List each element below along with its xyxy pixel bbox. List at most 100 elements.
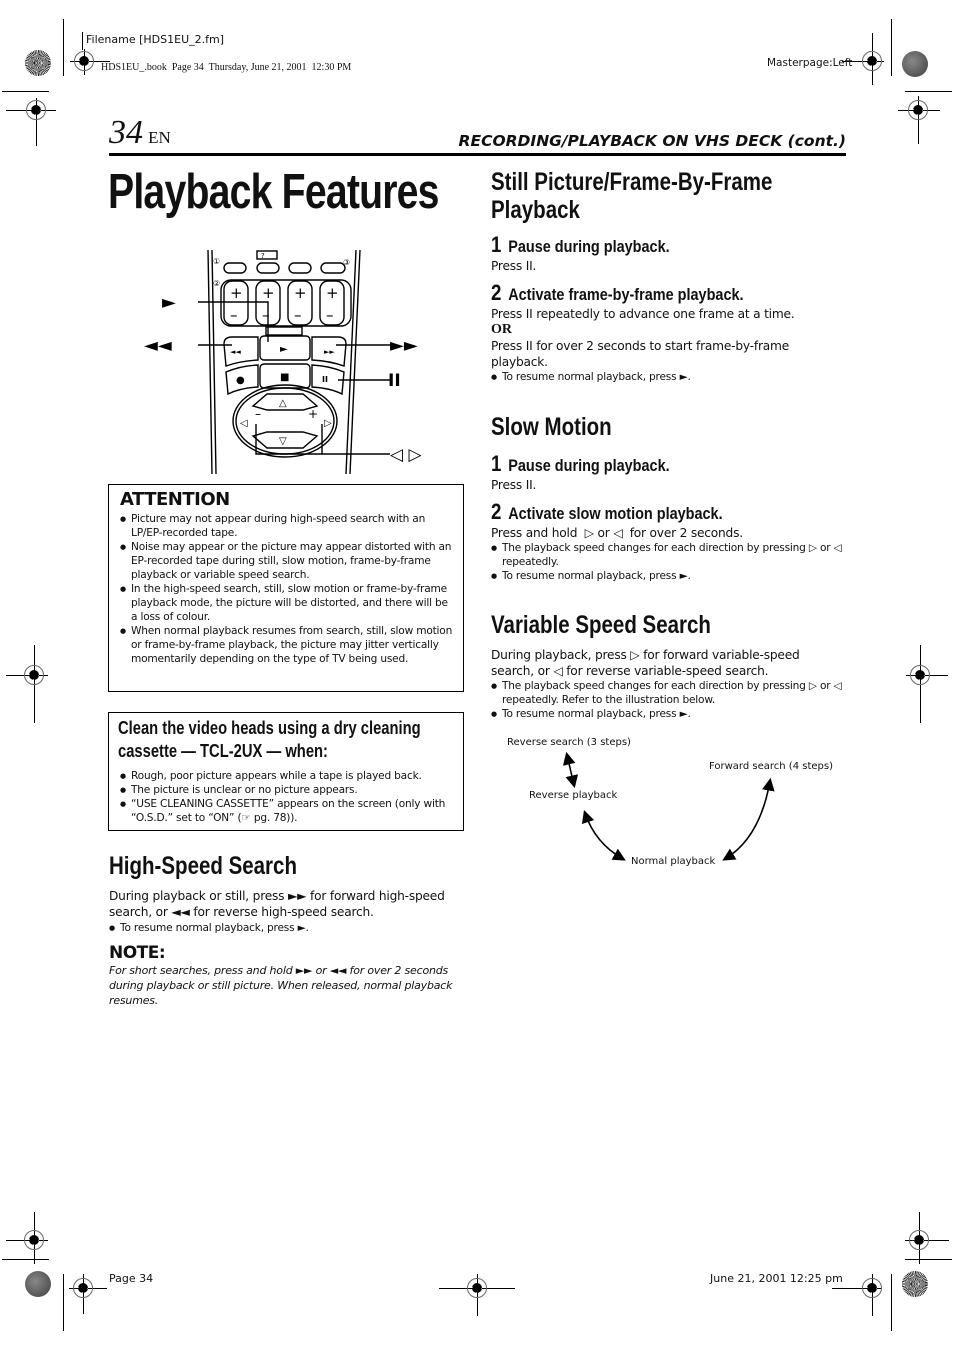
remote-button-3 bbox=[288, 262, 312, 274]
attention-item: When normal playback resumes from search… bbox=[120, 624, 455, 666]
still-step-2-body1: Press II repeatedly to advance one frame… bbox=[491, 307, 795, 321]
slow-motion-title: Slow Motion bbox=[491, 413, 612, 441]
color-calibration-disc-icon bbox=[25, 50, 51, 76]
cleaning-item: The picture is unclear or no picture app… bbox=[120, 783, 455, 797]
cleaning-title-line2: cassette — TCL-2UX — when: bbox=[118, 741, 328, 761]
attention-item: Noise may appear or the picture may appe… bbox=[120, 540, 455, 582]
plus-glyph: + bbox=[230, 284, 243, 302]
trim-line bbox=[63, 19, 64, 76]
color-calibration-disc-icon bbox=[902, 51, 928, 77]
minus-glyph: – bbox=[294, 306, 302, 324]
color-calibration-disc-icon bbox=[25, 1271, 51, 1297]
high-speed-title: High-Speed Search bbox=[109, 852, 297, 880]
rew-glyph: ◄◄ bbox=[230, 348, 241, 356]
attention-item: In the high-speed search, still, slow mo… bbox=[120, 582, 455, 624]
step-title: Pause during playback. bbox=[508, 456, 670, 475]
marker-2-label: ② bbox=[213, 279, 220, 288]
still-picture-section: Still Picture/Frame-By-Frame Playback 1P… bbox=[491, 168, 846, 384]
minus-glyph: – bbox=[255, 407, 261, 421]
high-speed-bullet: To resume normal playback, press ►. bbox=[109, 921, 465, 935]
plus-glyph: + bbox=[308, 407, 318, 421]
slow-step-2: 2 Activate slow motion playback. bbox=[491, 499, 793, 525]
right-glyph: ▷ bbox=[324, 418, 332, 429]
note-body: For short searches, press and hold ►► or… bbox=[109, 964, 453, 1007]
plus-glyph: + bbox=[262, 284, 275, 302]
step-title: Activate frame-by-frame playback. bbox=[508, 285, 744, 304]
trim-line bbox=[905, 91, 952, 92]
trim-line bbox=[2, 91, 49, 92]
running-head: RECORDING/PLAYBACK ON VHS DECK (cont.) bbox=[458, 132, 846, 150]
step-number: 2 bbox=[491, 280, 502, 305]
variable-bullet: To resume normal playback, press ►. bbox=[491, 707, 846, 721]
variable-speed-body: During playback, press ▷ for forward var… bbox=[491, 648, 800, 678]
minus-glyph: – bbox=[262, 306, 270, 324]
book-info-line: HDS1EU_.book Page 34 Thursday, June 21, … bbox=[101, 62, 352, 73]
leftright-callout-label: ◁ ▷ bbox=[390, 445, 422, 465]
page-number: 34 bbox=[109, 114, 143, 151]
trim-line bbox=[891, 1274, 892, 1331]
down-glyph: ▽ bbox=[279, 436, 287, 447]
stop-glyph: ■ bbox=[280, 372, 289, 383]
trim-line bbox=[82, 32, 83, 50]
plus-glyph: + bbox=[326, 284, 339, 302]
attention-item: Picture may not appear during high-speed… bbox=[120, 512, 455, 540]
or-label: OR bbox=[491, 322, 512, 337]
variable-bullet: The playback speed changes for each dire… bbox=[491, 679, 846, 707]
footer-date-label: June 21, 2001 12:25 pm bbox=[710, 1272, 843, 1285]
marker-3-label: ③ bbox=[343, 258, 350, 267]
trim-line bbox=[905, 1259, 952, 1260]
slow-motion-section: Slow Motion 1 Pause during playback. Pres… bbox=[491, 413, 846, 583]
step-number: 2 bbox=[491, 499, 502, 524]
ff-glyph: ►► bbox=[324, 348, 335, 356]
page-title: Playback Features bbox=[108, 165, 439, 219]
step-title: Pause during playback. bbox=[508, 237, 670, 256]
step-title: Activate slow motion playback. bbox=[508, 504, 723, 523]
filename-label: Filename [HDS1EU_2.fm] bbox=[86, 33, 224, 46]
trim-line bbox=[891, 19, 892, 76]
help-label: ? bbox=[261, 252, 265, 260]
slow-bullet: To resume normal playback, press ►. bbox=[491, 569, 846, 583]
note-title: NOTE: bbox=[109, 943, 166, 963]
variable-speed-title: Variable Speed Search bbox=[491, 611, 711, 639]
footer-page-label: Page 34 bbox=[109, 1272, 154, 1285]
arrow-reverse-search bbox=[562, 751, 579, 789]
remote-button-help bbox=[256, 262, 280, 274]
still-step-1: 1 Pause during playback. bbox=[491, 232, 793, 258]
play-callout-label: ► bbox=[162, 292, 176, 313]
remote-button-4 bbox=[320, 262, 346, 274]
remote-body-outline bbox=[207, 249, 213, 475]
step-number: 1 bbox=[491, 451, 502, 476]
pause-glyph: II bbox=[322, 375, 328, 384]
speed-arrows bbox=[562, 751, 775, 861]
variable-speed-section: Variable Speed Search During playback, p… bbox=[491, 611, 846, 721]
still-step-2-body2: Press II for over 2 seconds to start fra… bbox=[491, 339, 789, 369]
page-language: EN bbox=[148, 128, 171, 147]
remote-control-illustration: ① ② ③ ? + + + + – – – – ◄◄ ► ►► ● ■ II △… bbox=[144, 249, 422, 475]
slow-step-1: 1 Pause during playback. bbox=[491, 451, 793, 477]
ff-callout-label: ►► bbox=[390, 335, 418, 356]
color-calibration-disc-icon bbox=[902, 1271, 928, 1297]
rewind-callout-label: ◄◄ bbox=[144, 335, 172, 356]
still-step-2: 2 Activate frame-by-frame playback. bbox=[491, 280, 793, 306]
up-glyph: △ bbox=[279, 398, 287, 409]
plus-glyph: + bbox=[294, 284, 307, 302]
cleaning-title-line1: Clean the video heads using a dry cleani… bbox=[118, 718, 421, 738]
slow-step-1-body: Press II. bbox=[491, 478, 537, 492]
slow-step-2-body: Press and hold ▷ or ◁ for over 2 seconds… bbox=[491, 526, 743, 540]
header-rule bbox=[109, 153, 846, 156]
pause-callout-label: II bbox=[388, 371, 401, 391]
high-speed-body: During playback or still, press ►► for f… bbox=[109, 889, 445, 919]
still-bullet: To resume normal playback, press ►. bbox=[491, 370, 846, 384]
high-speed-search-section: High-Speed Search During playback or sti… bbox=[109, 852, 465, 1008]
still-picture-title-line1: Still Picture/Frame-By-Frame bbox=[491, 168, 773, 196]
still-step-1-body: Press II. bbox=[491, 259, 537, 273]
speed-diagram: Reverse search (3 steps) Forward search … bbox=[495, 733, 840, 873]
step-number: 1 bbox=[491, 232, 502, 257]
slow-bullet: The playback speed changes for each dire… bbox=[491, 541, 846, 569]
play-glyph: ► bbox=[280, 344, 288, 355]
record-glyph: ● bbox=[236, 375, 245, 386]
cleaning-item: “USE CLEANING CASSETTE” appears on the s… bbox=[120, 797, 455, 825]
attention-box: ATTENTION Picture may not appear during … bbox=[108, 484, 464, 692]
still-picture-title-line2: Playback bbox=[491, 196, 580, 224]
remote-button-1 bbox=[223, 262, 247, 274]
